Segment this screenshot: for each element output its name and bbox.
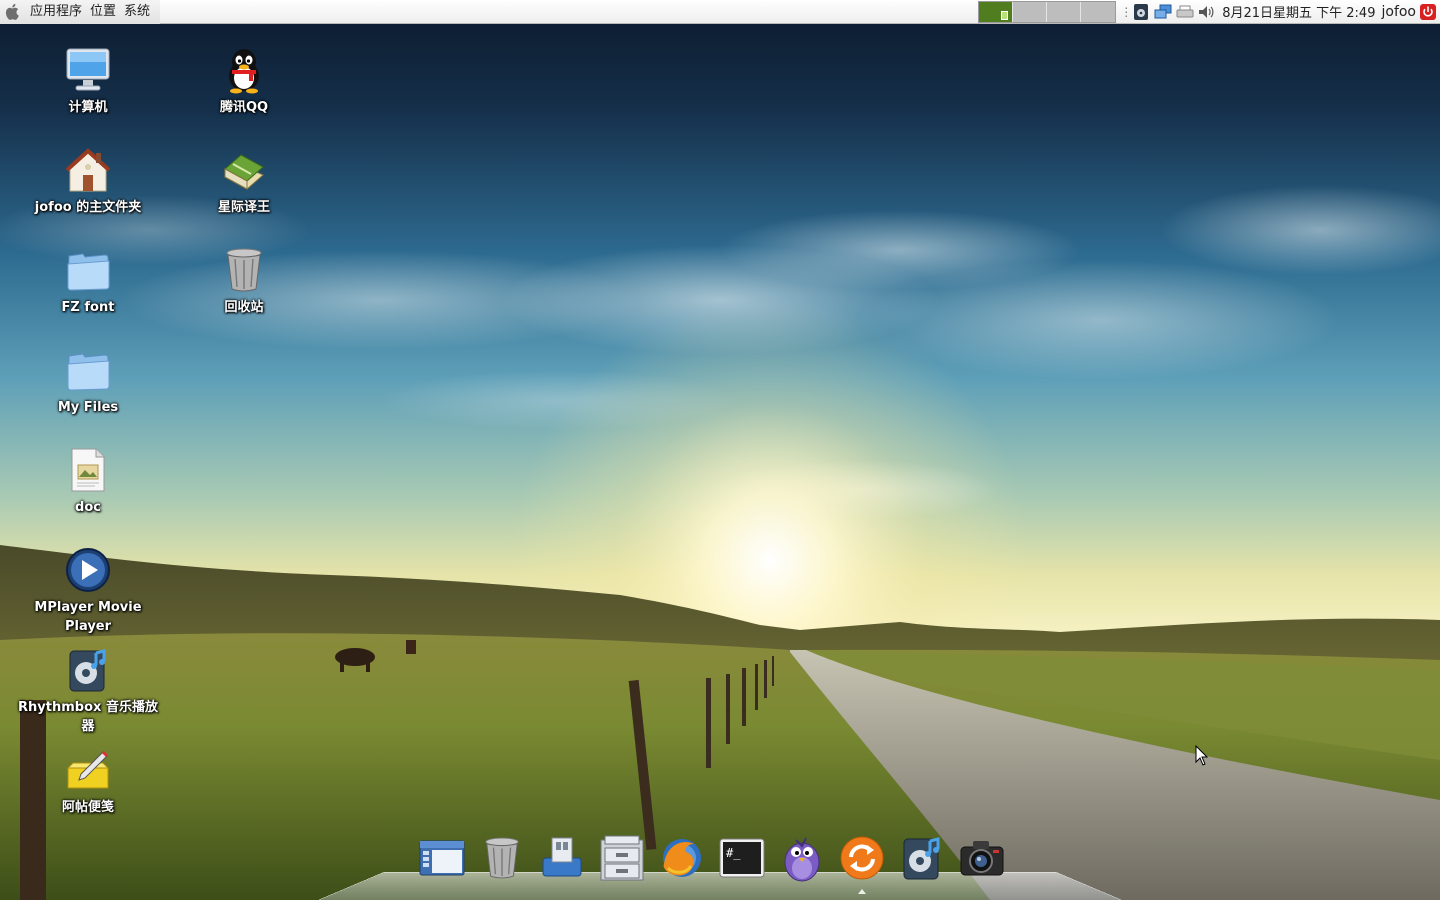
desktop: 计算机 腾讯QQ jofoo 的主文件夹 星际译王 FZ font 回收站 My… — [0, 24, 1440, 900]
mouse-cursor — [1195, 745, 1209, 766]
dock-rhythmbox[interactable] — [892, 832, 952, 888]
rhythmbox-icon — [62, 644, 114, 696]
workspace-2[interactable] — [1013, 1, 1048, 22]
panel-separator: ⋮ — [1120, 4, 1133, 19]
update-manager-icon — [839, 835, 885, 885]
sticky-note-icon — [62, 744, 114, 796]
workspace-1[interactable] — [979, 1, 1014, 22]
file-cabinet-icon — [599, 834, 645, 886]
rhythmbox-icon — [900, 834, 944, 886]
running-indicator — [858, 889, 866, 894]
menu-places[interactable]: 位置 — [86, 0, 120, 24]
desktop-icon-label: 计算机 — [68, 100, 108, 115]
desktop-icon-doc[interactable]: doc — [10, 444, 166, 517]
dictionary-book-icon — [218, 144, 270, 196]
desktop-icon-label: MPlayer Movie Player — [34, 600, 142, 634]
file-browser-icon — [418, 837, 466, 883]
desktop-icon-label: 回收站 — [224, 300, 264, 315]
desktop-icon-label: doc — [75, 500, 101, 515]
dock-pidgin[interactable] — [772, 832, 832, 888]
desktop-icon-mplayer[interactable]: MPlayer Movie Player — [10, 544, 166, 636]
volume-icon[interactable] — [1197, 2, 1217, 22]
terminal-icon: #_ — [718, 837, 766, 883]
dock-update-manager[interactable] — [832, 832, 892, 894]
desktop-icon-sticky-notes[interactable]: 阿帖便笺 — [10, 744, 166, 817]
desktop-icon-trash[interactable]: 回收站 — [166, 244, 322, 317]
dock-firefox[interactable] — [652, 832, 712, 888]
dock-trash[interactable] — [472, 832, 532, 888]
trash-icon — [218, 244, 270, 296]
dock-camera[interactable] — [952, 832, 1012, 888]
desktop-icon-qq[interactable]: 腾讯QQ — [166, 44, 322, 117]
trash-icon — [483, 835, 521, 885]
desktop-icon-stardict[interactable]: 星际译王 — [166, 144, 322, 217]
workspace-switcher[interactable] — [978, 0, 1117, 23]
desktop-icon-label: 腾讯QQ — [219, 100, 269, 115]
dock-save-drive[interactable] — [532, 832, 592, 888]
desktop-icon-fz-font[interactable]: FZ font — [10, 244, 166, 317]
mplayer-icon — [62, 544, 114, 596]
desktop-icon-label: 星际译王 — [217, 200, 270, 215]
desktop-icon-home-folder[interactable]: jofoo 的主文件夹 — [10, 144, 166, 217]
desktop-icon-rhythmbox[interactable]: Rhythmbox 音乐播放器 — [10, 644, 166, 736]
user-menu[interactable]: jofoo — [1379, 4, 1418, 20]
qq-penguin-icon — [218, 44, 270, 96]
desktop-icon-label: My Files — [57, 400, 119, 415]
camera-icon — [959, 837, 1005, 883]
desktop-icon-label: 阿帖便笺 — [61, 800, 114, 815]
desktop-icon-label: jofoo 的主文件夹 — [34, 200, 142, 215]
save-drive-icon — [539, 836, 585, 884]
desktop-icon-computer[interactable]: 计算机 — [10, 44, 166, 117]
dock-file-browser[interactable] — [412, 832, 472, 888]
dock-file-cabinet[interactable] — [592, 832, 652, 888]
dock: #_ — [412, 828, 1032, 894]
clock[interactable]: 8月21日星期五 下午 2:49 — [1218, 2, 1379, 21]
desktop-icon-label: FZ font — [61, 300, 115, 315]
folder-icon — [62, 244, 114, 296]
workspace-3[interactable] — [1047, 1, 1082, 22]
menu-applications[interactable]: 应用程序 — [26, 0, 86, 24]
svg-text:#_: #_ — [726, 846, 741, 860]
rhythmbox-tray-icon[interactable] — [1131, 2, 1151, 22]
top-panel: 应用程序 位置 系统 ⋮ 8月21日星期五 下午 2:49 jofoo — [0, 0, 1440, 24]
workspace-4[interactable] — [1081, 1, 1116, 22]
computer-icon — [62, 44, 114, 96]
firefox-icon — [658, 834, 706, 886]
home-folder-icon — [62, 144, 114, 196]
desktop-icon-my-files[interactable]: My Files — [10, 344, 166, 417]
printer-icon[interactable] — [1175, 2, 1195, 22]
folder-icon — [62, 344, 114, 396]
pidgin-bird-icon — [780, 834, 824, 886]
menu-area: 应用程序 位置 系统 — [0, 0, 161, 24]
menu-system[interactable]: 系统 — [120, 0, 154, 24]
network-icon[interactable] — [1153, 2, 1173, 22]
document-icon — [62, 444, 114, 496]
power-icon[interactable] — [1418, 2, 1438, 22]
desktop-icon-label: Rhythmbox 音乐播放器 — [18, 700, 158, 734]
apple-logo-icon[interactable] — [0, 0, 26, 24]
dock-terminal[interactable]: #_ — [712, 832, 772, 888]
